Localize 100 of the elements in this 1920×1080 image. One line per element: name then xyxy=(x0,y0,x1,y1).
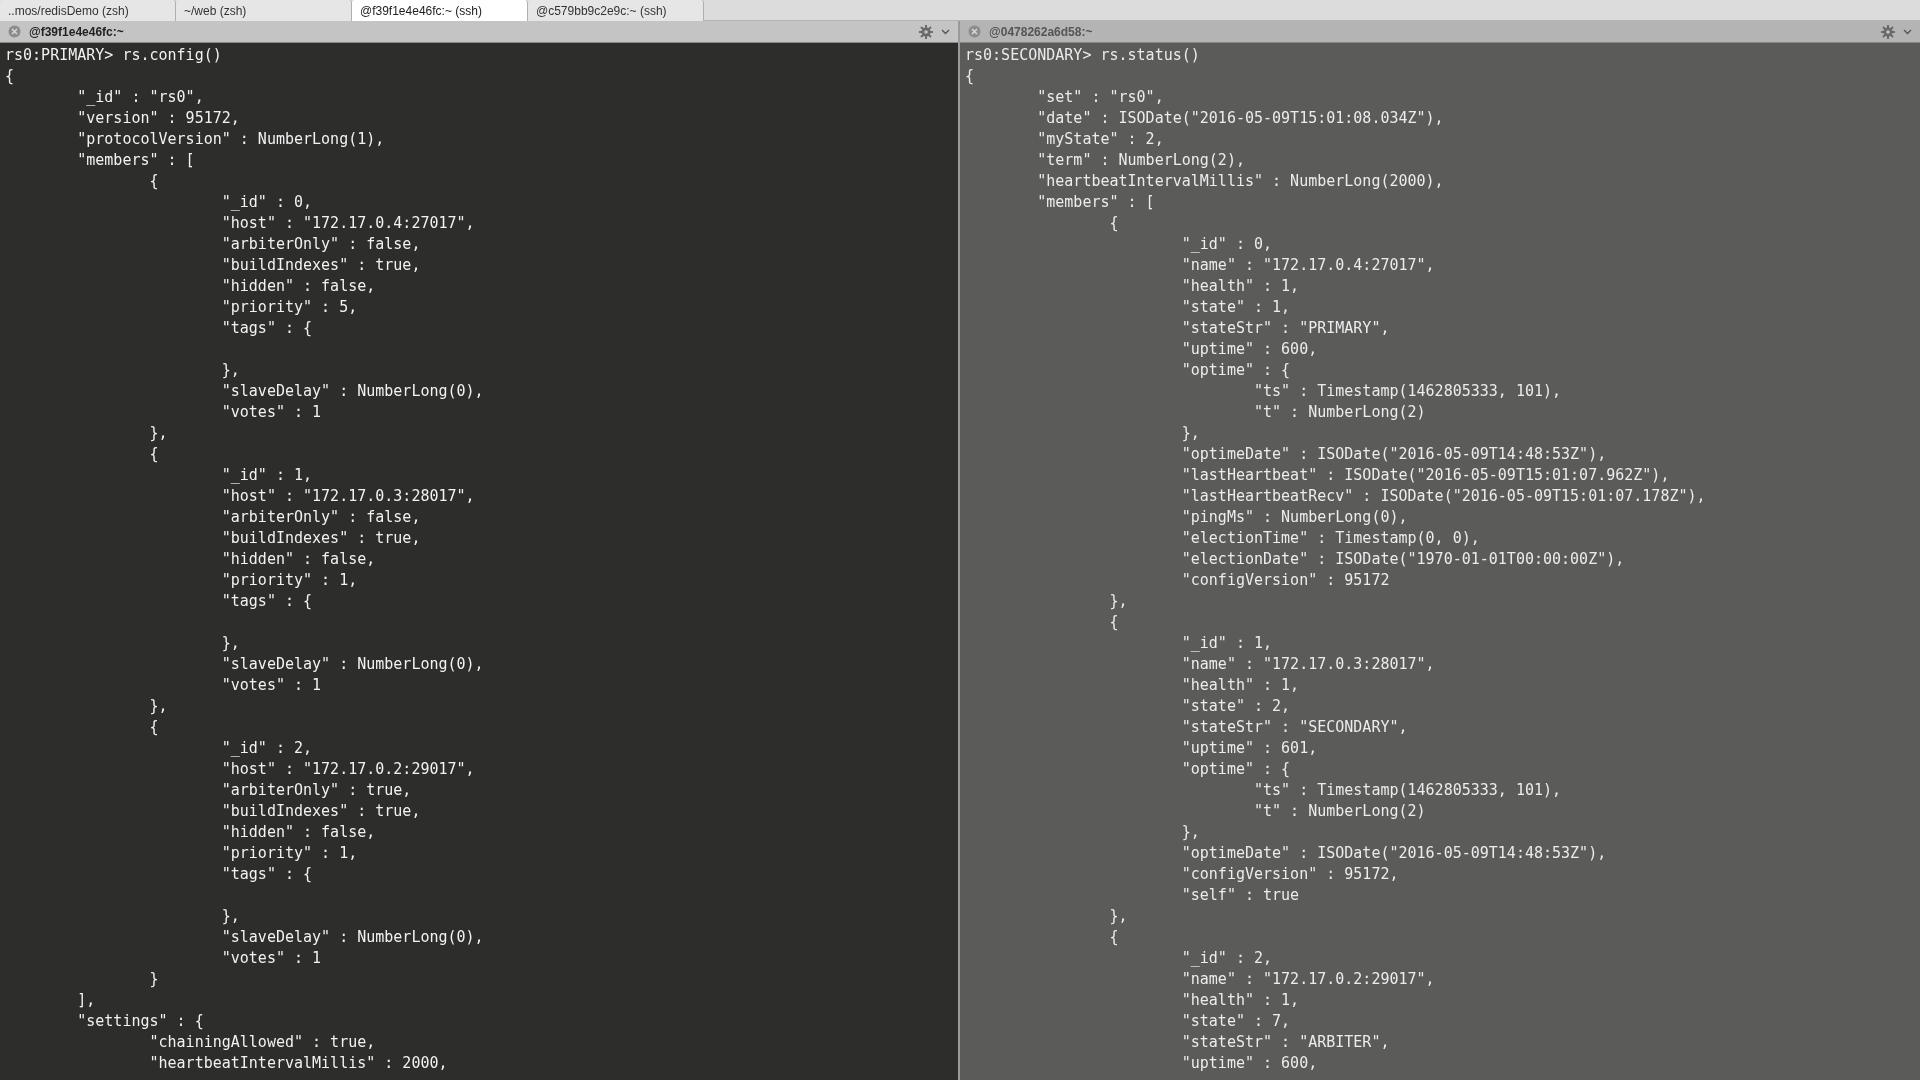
terminal-line: "tags" : { xyxy=(220,592,313,610)
terminal-line: "ts" : Timestamp(1462805333, 101), xyxy=(1253,781,1562,799)
terminal-line: "buildIndexes" : true, xyxy=(220,529,421,547)
terminal-line: "votes" : 1 xyxy=(220,949,322,967)
terminal-tab[interactable]: @f39f1e4e46fc:~ (ssh) xyxy=(352,0,528,21)
terminal-line: "members" : [ xyxy=(1036,193,1155,211)
terminal-line: }, xyxy=(1108,592,1128,610)
terminal-line: "state" : 1, xyxy=(1180,298,1291,316)
terminal-line: "health" : 1, xyxy=(1180,277,1300,295)
terminal-line: "health" : 1, xyxy=(1180,676,1300,694)
terminal-line: "hidden" : false, xyxy=(220,550,376,568)
terminal-line: "name" : "172.17.0.2:29017", xyxy=(1180,970,1435,988)
terminal-line: }, xyxy=(1108,907,1128,925)
terminal-line: rs0:SECONDARY> rs.status() xyxy=(965,46,1200,64)
terminal-line: "slaveDelay" : NumberLong(0), xyxy=(220,382,484,400)
terminal-line: { xyxy=(148,718,159,736)
terminal-line: "priority" : 1, xyxy=(220,571,358,589)
terminal-line: { xyxy=(965,67,975,85)
terminal-tab[interactable]: ..mos/redisDemo (zsh) xyxy=(0,0,176,21)
terminal-line: "pingMs" : NumberLong(0), xyxy=(1180,508,1408,526)
terminal-line: "arbiterOnly" : false, xyxy=(220,508,421,526)
terminal-line: "slaveDelay" : NumberLong(0), xyxy=(220,928,484,946)
terminal-line: "optime" : { xyxy=(1180,760,1291,778)
terminal-line: "uptime" : 600, xyxy=(1180,1054,1318,1072)
terminal-line: }, xyxy=(220,907,240,925)
terminal-line: "host" : "172.17.0.2:29017", xyxy=(220,760,475,778)
terminal-line: "votes" : 1 xyxy=(220,676,322,694)
terminal-line: { xyxy=(1108,613,1119,631)
terminal-line: "hidden" : false, xyxy=(220,823,376,841)
close-icon[interactable] xyxy=(8,25,21,38)
terminal-line: { xyxy=(5,67,15,85)
terminal-line: "protocolVersion" : NumberLong(1), xyxy=(76,130,385,148)
terminal-line: "t" : NumberLong(2) xyxy=(1253,802,1426,820)
terminal-line: "date" : ISODate("2016-05-09T15:01:08.034Z"), xyxy=(1036,109,1444,127)
terminal-line: "host" : "172.17.0.3:28017", xyxy=(220,487,475,505)
terminal-line: "stateStr" : "SECONDARY", xyxy=(1180,718,1408,736)
chevron-down-icon[interactable] xyxy=(1903,28,1912,35)
terminal-line: "stateStr" : "PRIMARY", xyxy=(1180,319,1390,337)
terminal-line: "members" : [ xyxy=(76,151,195,169)
terminal-line: "chainingAllowed" : true, xyxy=(148,1033,376,1051)
terminal-line: "tags" : { xyxy=(220,319,313,337)
terminal-line: "set" : "rs0", xyxy=(1036,88,1164,106)
terminal-line: "name" : "172.17.0.3:28017", xyxy=(1180,655,1435,673)
terminal-line: "host" : "172.17.0.4:27017", xyxy=(220,214,475,232)
pane-title: @f39f1e4e46fc:~ xyxy=(29,23,125,41)
chevron-down-icon[interactable] xyxy=(941,28,950,35)
terminal-line: }, xyxy=(148,697,168,715)
terminal-line: "_id" : 1, xyxy=(220,466,313,484)
terminal-tab[interactable]: ~/web (zsh) xyxy=(176,0,352,21)
settings-icon[interactable] xyxy=(1881,24,1895,39)
close-icon[interactable] xyxy=(968,25,981,38)
terminal-line: "electionDate" : ISODate("1970-01-01T00:00:00Z"), xyxy=(1180,550,1625,568)
terminal-line: "lastHeartbeat" : ISODate("2016-05-09T15:01:07.962Z"), xyxy=(1180,466,1670,484)
terminal-line: "name" : "172.17.0.4:27017", xyxy=(1180,256,1435,274)
terminal-line: "_id" : 0, xyxy=(1180,235,1273,253)
terminal-line: ], xyxy=(76,991,96,1009)
terminal-line: } xyxy=(148,970,159,988)
terminal-line: "buildIndexes" : true, xyxy=(220,256,421,274)
terminal-line: "hidden" : false, xyxy=(220,277,376,295)
terminal-line: "electionTime" : Timestamp(0, 0), xyxy=(1180,529,1480,547)
terminal-line: "tags" : { xyxy=(220,865,313,883)
terminal-line: "health" : 1, xyxy=(1180,991,1300,1009)
terminal-line: "_id" : 0, xyxy=(220,193,313,211)
terminal-line: "priority" : 5, xyxy=(220,298,358,316)
settings-icon[interactable] xyxy=(919,24,933,39)
terminal-line: }, xyxy=(1180,424,1200,442)
terminal-line: "self" : true xyxy=(1180,886,1300,904)
terminal-line: "state" : 7, xyxy=(1180,1012,1291,1030)
terminal-line: "optime" : { xyxy=(1180,361,1291,379)
terminal-line: }, xyxy=(1180,823,1200,841)
terminal-line: "t" : NumberLong(2) xyxy=(1253,403,1426,421)
terminal-line: "heartbeatIntervalMillis" : 2000, xyxy=(148,1054,448,1072)
terminal-tab[interactable]: @c579bb9c2e9c:~ (ssh) xyxy=(528,0,704,21)
terminal-line: }, xyxy=(220,634,240,652)
terminal-line: "uptime" : 601, xyxy=(1180,739,1318,757)
terminal-line: "term" : NumberLong(2), xyxy=(1036,151,1245,169)
terminal-line: "optimeDate" : ISODate("2016-05-09T14:48:53Z"), xyxy=(1180,844,1607,862)
terminal-line: "configVersion" : 95172 xyxy=(1180,571,1390,589)
terminal-line: "_id" : 2, xyxy=(1180,949,1273,967)
terminal-line: "uptime" : 600, xyxy=(1180,340,1318,358)
terminal-line: }, xyxy=(220,361,240,379)
terminal-line: { xyxy=(148,445,159,463)
terminal-line: "lastHeartbeatRecv" : ISODate("2016-05-09T15:01:07.178Z"), xyxy=(1180,487,1706,505)
terminal-line: "arbiterOnly" : true, xyxy=(220,781,412,799)
terminal-line: "stateStr" : "ARBITER", xyxy=(1180,1033,1390,1051)
terminal-line: "heartbeatIntervalMillis" : NumberLong(2000), xyxy=(1036,172,1444,190)
terminal-line: "version" : 95172, xyxy=(76,109,240,127)
terminal-line: "priority" : 1, xyxy=(220,844,358,862)
terminal-line: "_id" : "rs0", xyxy=(76,88,204,106)
terminal-line: "buildIndexes" : true, xyxy=(220,802,421,820)
terminal-line: "slaveDelay" : NumberLong(0), xyxy=(220,655,484,673)
terminal-line: "ts" : Timestamp(1462805333, 101), xyxy=(1253,382,1562,400)
terminal-line: "votes" : 1 xyxy=(220,403,322,421)
terminal-line: "settings" : { xyxy=(76,1012,204,1030)
terminal-line: "configVersion" : 95172, xyxy=(1180,865,1399,883)
terminal-line: "optimeDate" : ISODate("2016-05-09T14:48:53Z"), xyxy=(1180,445,1607,463)
terminal-line: { xyxy=(148,172,159,190)
terminal-line: "_id" : 1, xyxy=(1180,634,1273,652)
terminal-line: }, xyxy=(148,424,168,442)
terminal-line: rs0:PRIMARY> rs.config() xyxy=(5,46,222,64)
